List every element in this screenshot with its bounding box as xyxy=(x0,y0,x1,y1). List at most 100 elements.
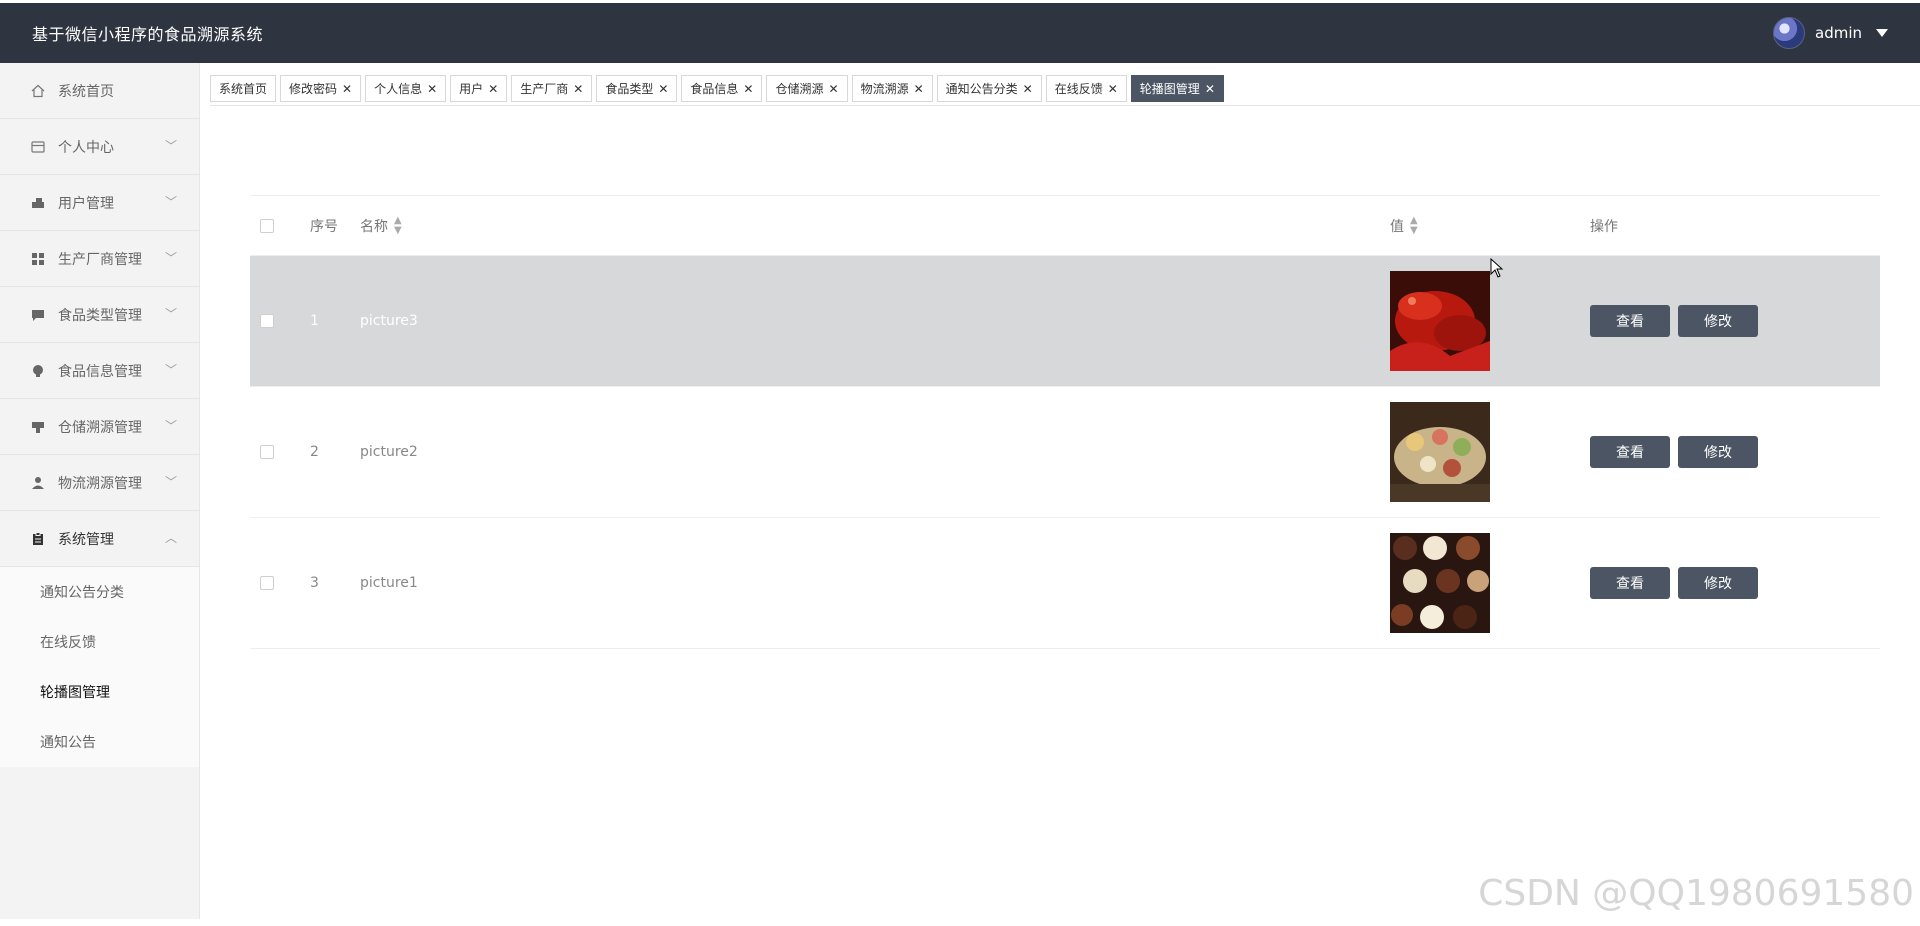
edit-button[interactable]: 修改 xyxy=(1678,567,1758,599)
close-icon[interactable]: ✕ xyxy=(829,82,839,96)
row-index: 3 xyxy=(310,575,319,591)
watermark: CSDN @QQ1980691580 xyxy=(1478,873,1914,914)
tab-manufacturer[interactable]: 生产厂商 ✕ xyxy=(511,75,593,102)
tab-carousel[interactable]: 轮播图管理 ✕ xyxy=(1130,75,1224,102)
sort-icon[interactable]: ▲ ▼ xyxy=(1410,215,1418,236)
chevron-up-icon: ︿ xyxy=(164,531,177,545)
close-icon[interactable]: ✕ xyxy=(488,82,498,96)
person-icon xyxy=(30,475,46,491)
sidebar-item-label: 系统首页 xyxy=(58,83,114,100)
close-icon[interactable]: ✕ xyxy=(1023,82,1033,96)
sidebar-item-manufacturer[interactable]: 生产厂商管理 ﹀ xyxy=(0,231,199,287)
tab-notice-category[interactable]: 通知公告分类 ✕ xyxy=(936,75,1042,102)
tab-personal-info[interactable]: 个人信息 ✕ xyxy=(365,75,447,102)
user-menu[interactable]: admin xyxy=(1773,17,1888,49)
row-name: picture3 xyxy=(360,313,418,329)
row-checkbox[interactable] xyxy=(260,445,274,459)
bulb-icon xyxy=(30,363,46,379)
sidebar-item-food-type[interactable]: 食品类型管理 ﹀ xyxy=(0,287,199,343)
sort-icon[interactable]: ▲ ▼ xyxy=(394,215,402,236)
tab-feedback[interactable]: 在线反馈 ✕ xyxy=(1045,75,1127,102)
row-checkbox[interactable] xyxy=(260,314,274,328)
sidebar-item-personal-center[interactable]: 个人中心 ﹀ xyxy=(0,119,199,175)
tab-food-type[interactable]: 食品类型 ✕ xyxy=(596,75,678,102)
edit-button[interactable]: 修改 xyxy=(1678,436,1758,468)
sidebar-item-user-management[interactable]: 用户管理 ﹀ xyxy=(0,175,199,231)
chevron-down-icon[interactable] xyxy=(1876,29,1888,37)
tab-bar: 系统首页 修改密码 ✕ 个人信息 ✕ 用户 ✕ 生产厂商 ✕ 食品类型 ✕ 食品信息 ✕ 仓… xyxy=(210,75,1224,103)
top-bar: 基于微信小程序的食品溯源系统 admin xyxy=(0,3,1920,63)
carousel-table: 序号 名称 ▲ ▼ 值 ▲ ▼ 操作 1 picture3 查看 修改 2 pi… xyxy=(250,195,1880,649)
sidebar-item-home[interactable]: 系统首页 xyxy=(0,63,199,119)
tab-food-info[interactable]: 食品信息 ✕ xyxy=(681,75,763,102)
grid-icon xyxy=(30,251,46,267)
sidebar-item-label: 用户管理 xyxy=(58,195,114,212)
close-icon[interactable]: ✕ xyxy=(1108,82,1118,96)
chevron-down-icon: ﹀ xyxy=(164,139,177,153)
app-title: 基于微信小程序的食品溯源系统 xyxy=(32,25,264,44)
clipboard-icon xyxy=(30,531,46,547)
sidebar-item-label: 物流溯源管理 xyxy=(58,475,142,492)
chat-icon xyxy=(30,307,46,323)
table-header: 序号 名称 ▲ ▼ 值 ▲ ▼ 操作 xyxy=(250,196,1880,256)
close-icon[interactable]: ✕ xyxy=(658,82,668,96)
close-icon[interactable]: ✕ xyxy=(914,82,924,96)
sidebar-item-label: 食品类型管理 xyxy=(58,307,142,324)
close-icon[interactable]: ✕ xyxy=(427,82,437,96)
avatar[interactable] xyxy=(1773,17,1805,49)
user-name[interactable]: admin xyxy=(1815,24,1862,42)
table-row[interactable]: 3 picture1 查看 修改 xyxy=(250,518,1880,649)
table-row[interactable]: 1 picture3 查看 修改 xyxy=(250,256,1880,387)
tab-change-password[interactable]: 修改密码 ✕ xyxy=(280,75,362,102)
sidebar-item-label: 个人中心 xyxy=(58,139,114,156)
sidebar-subitem-notice[interactable]: 通知公告 xyxy=(0,717,199,767)
sidebar-item-warehouse-trace[interactable]: 仓储溯源管理 ﹀ xyxy=(0,399,199,455)
row-name: picture2 xyxy=(360,444,418,460)
chocolates-image xyxy=(1390,533,1490,633)
chevron-down-icon: ﹀ xyxy=(164,475,177,489)
sidebar-item-label: 仓储溯源管理 xyxy=(58,419,142,436)
column-header-index: 序号 xyxy=(310,218,338,235)
home-icon xyxy=(30,83,46,99)
sidebar: 系统首页 个人中心 ﹀ 用户管理 ﹀ 生产厂商管理 ﹀ 食品类型管理 ﹀ 食品信… xyxy=(0,63,200,919)
view-button[interactable]: 查看 xyxy=(1590,436,1670,468)
chevron-down-icon: ﹀ xyxy=(164,307,177,321)
sidebar-item-system-management[interactable]: 系统管理 ︿ xyxy=(0,511,199,567)
row-index: 2 xyxy=(310,444,319,460)
store-icon xyxy=(30,419,46,435)
close-icon[interactable]: ✕ xyxy=(342,82,352,96)
view-button[interactable]: 查看 xyxy=(1590,305,1670,337)
sidebar-item-logistics-trace[interactable]: 物流溯源管理 ﹀ xyxy=(0,455,199,511)
chevron-down-icon: ﹀ xyxy=(164,251,177,265)
tab-logistics-trace[interactable]: 物流溯源 ✕ xyxy=(851,75,933,102)
chevron-down-icon: ﹀ xyxy=(164,363,177,377)
divider xyxy=(210,105,1920,106)
view-button[interactable]: 查看 xyxy=(1590,567,1670,599)
chevron-down-icon: ﹀ xyxy=(164,195,177,209)
close-icon[interactable]: ✕ xyxy=(743,82,753,96)
lobster-image xyxy=(1390,271,1490,371)
system-submenu: 通知公告分类 在线反馈 轮播图管理 通知公告 xyxy=(0,567,199,767)
column-header-name[interactable]: 名称 ▲ ▼ xyxy=(360,215,1390,236)
sidebar-subitem-notice-category[interactable]: 通知公告分类 xyxy=(0,567,199,617)
row-checkbox[interactable] xyxy=(260,576,274,590)
select-all-checkbox[interactable] xyxy=(260,218,274,233)
card-icon xyxy=(30,139,46,155)
tab-home[interactable]: 系统首页 xyxy=(210,75,277,102)
sidebar-item-label: 食品信息管理 xyxy=(58,363,142,380)
platter-image xyxy=(1390,402,1490,502)
chevron-down-icon: ﹀ xyxy=(164,419,177,433)
sidebar-item-label: 系统管理 xyxy=(58,531,114,548)
edit-button[interactable]: 修改 xyxy=(1678,305,1758,337)
close-icon[interactable]: ✕ xyxy=(573,82,583,96)
tab-user[interactable]: 用户 ✕ xyxy=(450,75,508,102)
table-row[interactable]: 2 picture2 查看 修改 xyxy=(250,387,1880,518)
sidebar-item-food-info[interactable]: 食品信息管理 ﹀ xyxy=(0,343,199,399)
sidebar-subitem-carousel[interactable]: 轮播图管理 xyxy=(0,667,199,717)
column-header-actions: 操作 xyxy=(1590,218,1618,235)
column-header-value[interactable]: 值 ▲ ▼ xyxy=(1390,215,1590,236)
tab-warehouse-trace[interactable]: 仓储溯源 ✕ xyxy=(766,75,848,102)
close-icon[interactable]: ✕ xyxy=(1205,82,1215,96)
sidebar-subitem-feedback[interactable]: 在线反馈 xyxy=(0,617,199,667)
users-icon xyxy=(30,195,46,211)
